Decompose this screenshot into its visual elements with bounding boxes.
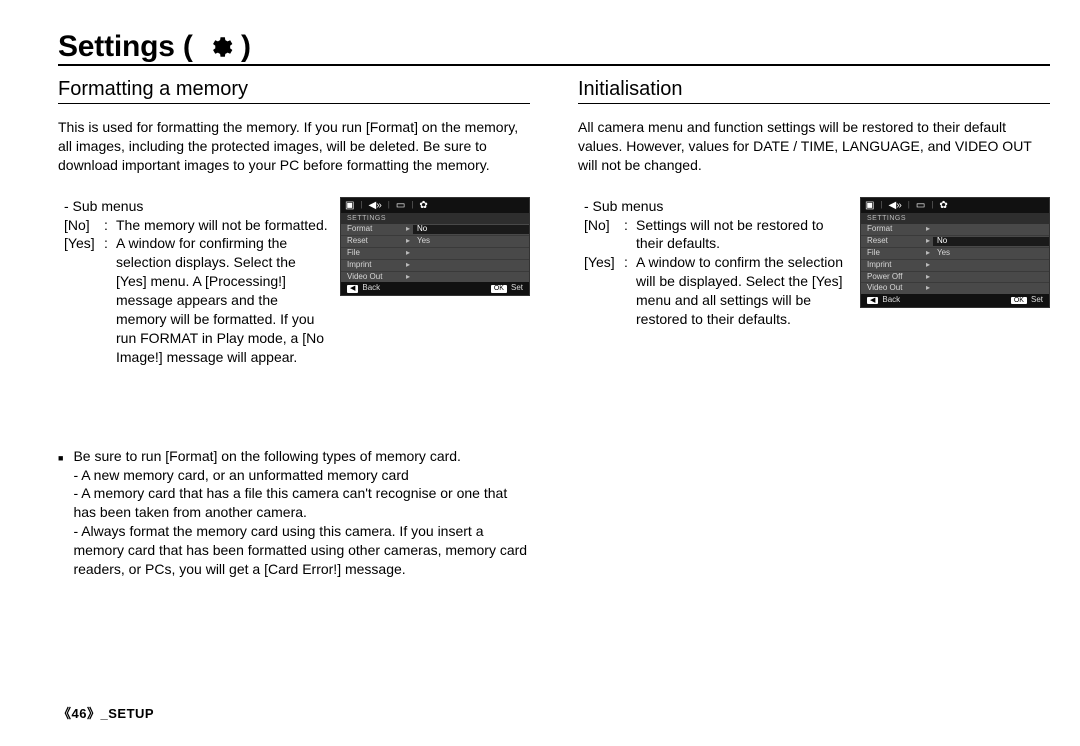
page-title-row: Settings ( ) [58,30,1050,66]
menu-row-label: Format [867,225,923,234]
intro-formatting: This is used for formatting the memory. … [58,118,530,175]
submenu-option-label: [No] [584,216,618,235]
left-column: Formatting a memory This is used for for… [58,78,530,579]
settings-tab-icon: ✿ [419,200,427,211]
menu-row[interactable]: File▸Yes [861,248,1049,260]
menu-row-label: Imprint [347,261,403,270]
chevron-right-icon: ▸ [403,261,413,270]
ok-button[interactable]: OK [1011,297,1027,305]
back-button[interactable]: ◀ [867,297,878,305]
submenu-row: [Yes]:A window for confirming the select… [64,234,330,366]
chevron-right-icon: ▸ [923,249,933,258]
display-icon: ▭ [396,200,405,211]
menu-row-label: Format [347,225,403,234]
menu-row-label: Video Out [867,284,923,293]
bullet-icon: ■ [58,452,63,579]
menu-row[interactable]: Reset▸Yes [341,236,529,248]
chevron-right-icon: ▸ [923,273,933,282]
sound-icon: ◀» [889,200,902,211]
menu-title: SETTINGS [341,213,529,225]
display-icon: ▭ [916,200,925,211]
note-block: ■ Be sure to run [Format] on the followi… [58,447,530,579]
chevron-right-icon: ▸ [923,225,933,234]
submenu-option-label: [No] [64,216,98,235]
page-title-text: Settings ( [58,30,193,63]
menu-row-label: Reset [347,237,403,246]
note-item: - A new memory card, or an unformatted m… [73,466,530,485]
note-lead: Be sure to run [Format] on the following… [73,447,530,466]
menu-row[interactable]: File▸ [341,248,529,260]
menu-row-value: No [933,237,1049,246]
submenu-option-label: [Yes] [64,234,98,253]
menu-row-value: Yes [933,249,1049,258]
submenu-option-desc: Settings will not be restored to their d… [636,216,850,254]
menu-screenshot-reset: ▣| ◀»| ▭| ✿ SETTINGS Format▸Reset▸NoFile… [860,197,1050,308]
chevron-right-icon: ▸ [923,284,933,293]
sound-icon: ◀» [369,200,382,211]
menu-row[interactable]: Video Out▸ [861,283,1049,294]
menu-row[interactable]: Format▸No [341,224,529,236]
menu-row-label: Reset [867,237,923,246]
page-title-close: ) [241,30,251,63]
menu-row-label: Power Off [867,273,923,282]
submenu-option-desc: A window for confirming the selection di… [116,234,330,366]
submenu-option-label: [Yes] [584,253,618,272]
chevron-right-icon: ▸ [403,237,413,246]
camera-icon: ▣ [865,200,874,211]
menu-row[interactable]: Format▸ [861,224,1049,236]
menu-row[interactable]: Video Out▸ [341,272,529,283]
heading-initialisation: Initialisation [578,78,1050,104]
submenu-row: [No]:Settings will not be restored to th… [584,216,850,254]
menu-row-label: Video Out [347,273,403,282]
settings-tab-icon: ✿ [939,200,947,211]
menu-row[interactable]: Power Off▸ [861,272,1049,284]
menu-screenshot-format: ▣| ◀»| ▭| ✿ SETTINGS Format▸NoReset▸YesF… [340,197,530,296]
submenus-label-left: - Sub menus [64,197,330,216]
menu-title: SETTINGS [861,213,1049,225]
note-item: - A memory card that has a file this cam… [73,484,530,522]
note-item: - Always format the memory card using th… [73,522,530,579]
page-number: 46 [72,706,87,721]
back-button[interactable]: ◀ [347,285,358,293]
submenu-option-desc: The memory will not be formatted. [116,216,330,235]
ok-button[interactable]: OK [491,285,507,293]
back-label: Back [882,296,900,305]
set-label: Set [511,284,523,293]
heading-formatting: Formatting a memory [58,78,530,104]
chevron-right-icon: ▸ [923,237,933,246]
menu-row-label: File [867,249,923,258]
menu-row[interactable]: Reset▸No [861,236,1049,248]
back-label: Back [362,284,380,293]
menu-row-value: Yes [413,237,529,246]
menu-row-label: File [347,249,403,258]
menu-row-value: No [413,225,529,234]
chevron-right-icon: ▸ [923,261,933,270]
footer-section: SETUP [108,706,154,721]
menu-row-label: Imprint [867,261,923,270]
submenu-row: [Yes]:A window to confirm the selection … [584,253,850,329]
submenus-label-right: - Sub menus [584,197,850,216]
intro-initialisation: All camera menu and function settings wi… [578,118,1050,175]
page-title: Settings ( ) [58,30,251,64]
submenu-row: [No]:The memory will not be formatted. [64,216,330,235]
page-footer: 《46》_SETUP [58,703,154,722]
chevron-right-icon: ▸ [403,249,413,258]
right-column: Initialisation All camera menu and funct… [578,78,1050,579]
submenu-option-desc: A window to confirm the selection will b… [636,253,850,329]
set-label: Set [1031,296,1043,305]
gear-icon [207,30,241,63]
camera-icon: ▣ [345,200,354,211]
chevron-right-icon: ▸ [403,273,413,282]
menu-row[interactable]: Imprint▸ [861,260,1049,272]
chevron-right-icon: ▸ [403,225,413,234]
menu-row[interactable]: Imprint▸ [341,260,529,272]
